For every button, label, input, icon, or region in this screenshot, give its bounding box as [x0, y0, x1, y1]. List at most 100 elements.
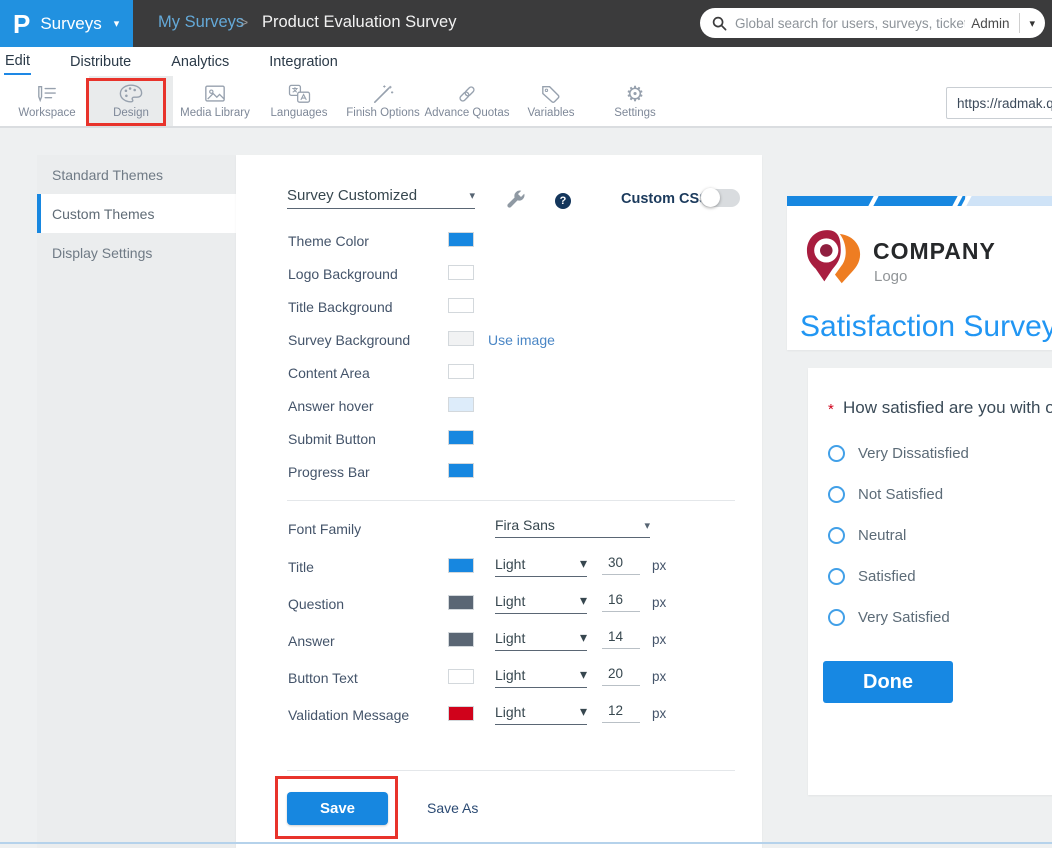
unit-label: px: [652, 632, 666, 647]
survey-preview-panel: COMPANY Logo Satisfaction Survey * How s…: [787, 196, 1052, 848]
radio-icon[interactable]: [828, 486, 845, 503]
divider: [1019, 13, 1020, 33]
question-size-input[interactable]: [602, 592, 640, 612]
nav-tab-integration[interactable]: Integration: [268, 50, 339, 74]
editor-toolbar: Workspace Design Media Library Languages: [0, 76, 1052, 128]
row-label: Validation Message: [288, 707, 409, 723]
color-swatch-question-font[interactable]: [448, 595, 474, 610]
sidebar-item-standard-themes[interactable]: Standard Themes: [37, 155, 236, 194]
survey-url-box[interactable]: [946, 87, 1052, 119]
answer-option[interactable]: Satisfied: [828, 568, 916, 585]
validation-weight-select[interactable]: Light▾: [495, 703, 587, 725]
radio-icon[interactable]: [828, 445, 845, 462]
wrench-icon[interactable]: [503, 188, 527, 212]
app-menu-surveys[interactable]: Surveys: [40, 14, 101, 34]
divider: [287, 770, 735, 771]
survey-title: Satisfaction Survey: [800, 310, 1052, 344]
company-logo-text: COMPANY: [873, 238, 996, 265]
required-mark: *: [828, 401, 834, 418]
answer-size-input[interactable]: [602, 629, 640, 649]
validation-size-input[interactable]: [602, 703, 640, 723]
row-label: Logo Background: [288, 266, 398, 282]
palette-icon: [119, 83, 143, 104]
breadcrumb-parent[interactable]: My Surveys: [158, 13, 244, 32]
title-weight-select[interactable]: Light▾: [495, 555, 587, 577]
toolbar-item-variables[interactable]: Variables: [509, 76, 593, 126]
theme-select[interactable]: Survey Customized ▾: [287, 187, 475, 209]
admin-menu-caret-icon[interactable]: ▾: [1029, 17, 1035, 30]
title-size-input[interactable]: [602, 555, 640, 575]
toggle-knob: [701, 188, 720, 207]
button-text-size-input[interactable]: [602, 666, 640, 686]
toolbar-item-finish-options[interactable]: Finish Options: [341, 76, 425, 126]
color-swatch-button-text[interactable]: [448, 669, 474, 684]
row-label: Title Background: [288, 299, 393, 315]
use-image-link[interactable]: Use image: [488, 332, 555, 348]
toolbar-item-settings[interactable]: ⚙ Settings: [593, 76, 677, 126]
button-text-weight-select[interactable]: Light▾: [495, 666, 587, 688]
company-logo-icon: [805, 228, 863, 298]
app-logo-block[interactable]: P Surveys ▾: [0, 0, 133, 47]
radio-icon[interactable]: [828, 568, 845, 585]
admin-user-label: Admin: [971, 16, 1009, 31]
answer-option[interactable]: Very Satisfied: [828, 609, 950, 626]
done-button[interactable]: Done: [823, 661, 953, 703]
primary-nav: Edit Distribute Analytics Integration: [0, 47, 1052, 76]
answer-weight-select[interactable]: Light▾: [495, 629, 587, 651]
toolbar-item-languages[interactable]: Languages: [257, 76, 341, 126]
custom-css-toggle[interactable]: [700, 189, 740, 207]
color-swatch-theme-color[interactable]: [448, 232, 474, 247]
color-swatch-answer-font[interactable]: [448, 632, 474, 647]
row-label: Content Area: [288, 365, 370, 381]
color-swatch-title-font[interactable]: [448, 558, 474, 573]
font-family-label: Font Family: [288, 521, 361, 537]
help-icon[interactable]: ?: [555, 193, 571, 209]
nav-tab-edit[interactable]: Edit: [4, 49, 31, 75]
answer-option[interactable]: Very Dissatisfied: [828, 445, 969, 462]
top-header-bar: P Surveys ▾ My Surveys > Product Evaluat…: [0, 0, 1052, 47]
row-label: Button Text: [288, 670, 358, 686]
toolbar-item-advance-quotas[interactable]: Advance Quotas: [425, 76, 509, 126]
global-search[interactable]: Admin ▾: [700, 8, 1045, 38]
question-text: How satisfied are you with our: [843, 398, 1052, 418]
unit-label: px: [652, 558, 666, 573]
question-weight-select[interactable]: Light▾: [495, 592, 587, 614]
color-swatch-validation-message[interactable]: [448, 706, 474, 721]
image-icon: [204, 84, 226, 104]
row-label: Theme Color: [288, 233, 369, 249]
color-swatch-progress-bar[interactable]: [448, 463, 474, 478]
radio-icon[interactable]: [828, 609, 845, 626]
gear-icon: ⚙: [626, 84, 645, 104]
color-swatch-survey-background[interactable]: [448, 331, 474, 346]
themes-sidebar: Standard Themes Custom Themes Display Se…: [37, 155, 236, 848]
bottom-edge-line: [0, 842, 1052, 844]
toolbar-item-media-library[interactable]: Media Library: [173, 76, 257, 126]
answer-option[interactable]: Not Satisfied: [828, 486, 943, 503]
sidebar-item-display-settings[interactable]: Display Settings: [37, 233, 236, 272]
font-family-select[interactable]: Fira Sans ▾: [495, 517, 650, 538]
proprofs-logo-icon: P: [13, 11, 30, 37]
row-label: Survey Background: [288, 332, 410, 348]
search-input[interactable]: [735, 16, 965, 31]
theme-editor-panel: Survey Customized ▾ ? Custom CSS Theme C…: [236, 155, 762, 848]
color-swatch-title-background[interactable]: [448, 298, 474, 313]
row-label: Question: [288, 596, 344, 612]
radio-icon[interactable]: [828, 527, 845, 544]
wand-icon: [372, 84, 394, 104]
preview-header-card: COMPANY Logo Satisfaction Survey: [787, 206, 1052, 350]
toolbar-item-design[interactable]: Design: [89, 76, 173, 126]
preview-progress-bar: [787, 196, 1052, 206]
nav-tab-analytics[interactable]: Analytics: [170, 50, 230, 74]
color-swatch-answer-hover[interactable]: [448, 397, 474, 412]
toolbar-item-workspace[interactable]: Workspace: [5, 76, 89, 126]
sidebar-item-custom-themes[interactable]: Custom Themes: [37, 194, 236, 233]
nav-tab-distribute[interactable]: Distribute: [69, 50, 132, 74]
save-as-link[interactable]: Save As: [427, 800, 478, 816]
answer-option[interactable]: Neutral: [828, 527, 906, 544]
color-swatch-logo-background[interactable]: [448, 265, 474, 280]
color-swatch-submit-button[interactable]: [448, 430, 474, 445]
survey-url-input[interactable]: [947, 96, 1052, 111]
row-label: Progress Bar: [288, 464, 370, 480]
color-swatch-content-area[interactable]: [448, 364, 474, 379]
save-button[interactable]: Save: [287, 792, 388, 825]
